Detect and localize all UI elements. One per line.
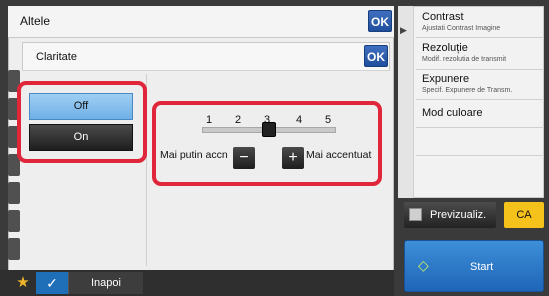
side-tab[interactable] — [8, 182, 20, 204]
decrease-button[interactable]: − — [233, 147, 255, 169]
altele-title: Altele — [20, 14, 51, 28]
tick-label: 5 — [324, 114, 332, 126]
menu-item-label: Rezoluție — [422, 42, 468, 54]
tick-label: 1 — [205, 114, 213, 126]
preview-label: Previzualiz. — [430, 209, 487, 221]
menu-item-empty — [416, 128, 544, 156]
dialog-ok-button[interactable]: OK — [364, 45, 388, 67]
side-tab[interactable] — [8, 238, 20, 260]
preview-icon — [409, 208, 422, 221]
off-button[interactable]: Off — [29, 93, 133, 120]
menu-item-label: Contrast — [422, 11, 464, 23]
menu-item-label: Expunere — [422, 73, 470, 85]
menu-item-label: Mod culoare — [422, 107, 483, 119]
star-icon[interactable]: ★ — [14, 274, 32, 292]
menu-item-sub: Ajustati Contrast Imagine — [422, 25, 501, 32]
altele-header — [8, 6, 394, 38]
dialog-title: Claritate — [36, 51, 77, 63]
check-icon[interactable]: ✓ — [36, 272, 68, 294]
play-arrow-icon[interactable]: ▶ — [400, 25, 410, 35]
increase-button[interactable]: + — [282, 147, 304, 169]
start-label: Start — [470, 261, 494, 273]
back-button[interactable]: Inapoi — [68, 272, 143, 294]
menu-item-sub: Modif. rezolutia de transmit — [422, 56, 507, 63]
ca-button[interactable]: CA — [504, 202, 544, 228]
tick-label: 4 — [295, 114, 303, 126]
sharpness-slider-thumb[interactable] — [262, 122, 276, 137]
altele-ok-button[interactable]: OK — [368, 10, 392, 32]
menu-item-empty — [416, 156, 544, 198]
on-button[interactable]: On — [29, 124, 133, 151]
tick-label: 2 — [234, 114, 242, 126]
max-label: Mai accentuat — [306, 149, 372, 161]
min-label: Mai putin accn — [160, 149, 228, 161]
menu-item-sub: Specif. Expunere de Transm. — [422, 87, 513, 94]
side-tab[interactable] — [8, 210, 20, 232]
start-diamond-icon: ◇ — [418, 257, 429, 273]
